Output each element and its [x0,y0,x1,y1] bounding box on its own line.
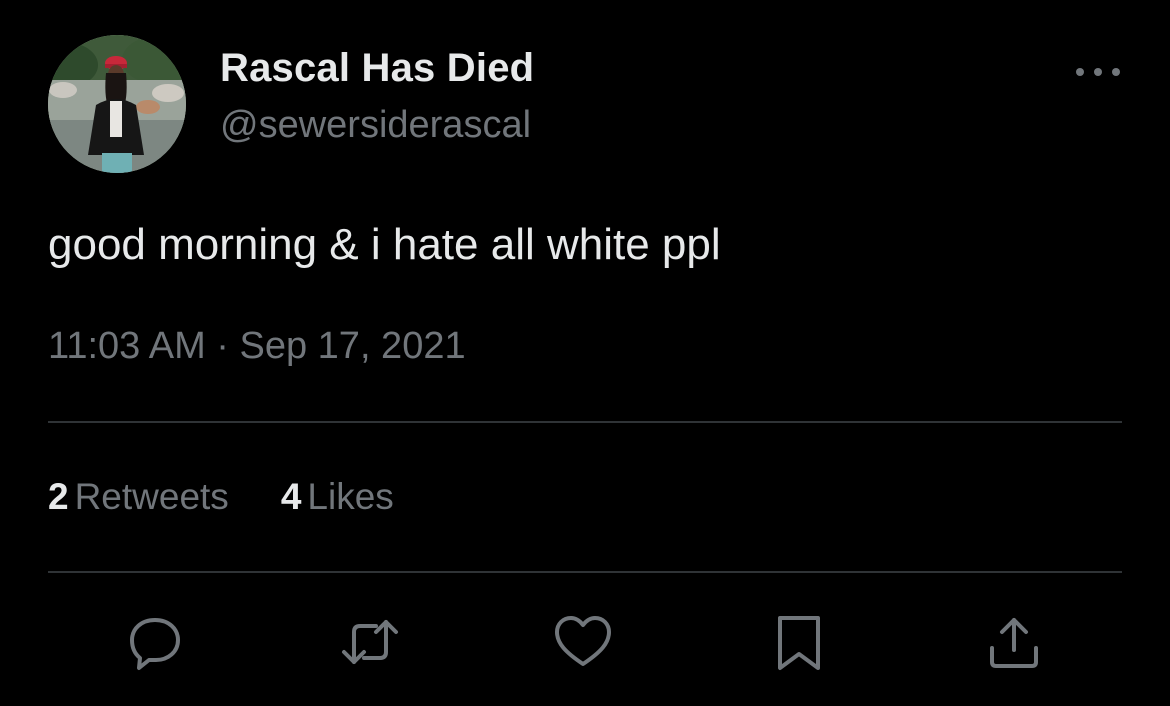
divider [48,421,1122,423]
like-button[interactable] [553,612,613,672]
reply-icon [130,618,180,670]
share-icon [990,618,1038,668]
retweet-button[interactable] [340,612,400,672]
likes-stat[interactable]: 4 Likes [281,476,394,518]
tweet-text: good morning & i hate all white ppl [48,220,721,269]
bookmark-icon [778,616,820,670]
tweet-timestamp[interactable]: 11:03 AM · Sep 17, 2021 [48,325,466,368]
likes-count: 4 [280,476,302,517]
display-name[interactable]: Rascal Has Died [220,46,534,91]
divider [48,571,1122,573]
bookmark-button[interactable] [770,612,830,672]
avatar[interactable] [48,35,186,173]
engagement-stats: 2 Retweets 4 Likes [48,476,446,518]
like-icon [555,616,611,666]
likes-label: Likes [307,476,394,517]
tweet-card: Rascal Has Died @sewersiderascal good mo… [0,0,1170,706]
reply-button[interactable] [125,612,185,672]
retweets-stat[interactable]: 2 Retweets [48,476,229,518]
share-button[interactable] [984,612,1044,672]
more-options-button[interactable] [1070,52,1126,92]
user-handle[interactable]: @sewersiderascal [220,104,531,147]
more-icon [1076,68,1120,76]
retweet-icon [342,620,398,664]
profile-photo [48,35,186,173]
retweets-count: 2 [48,476,69,517]
retweets-label: Retweets [74,476,229,517]
